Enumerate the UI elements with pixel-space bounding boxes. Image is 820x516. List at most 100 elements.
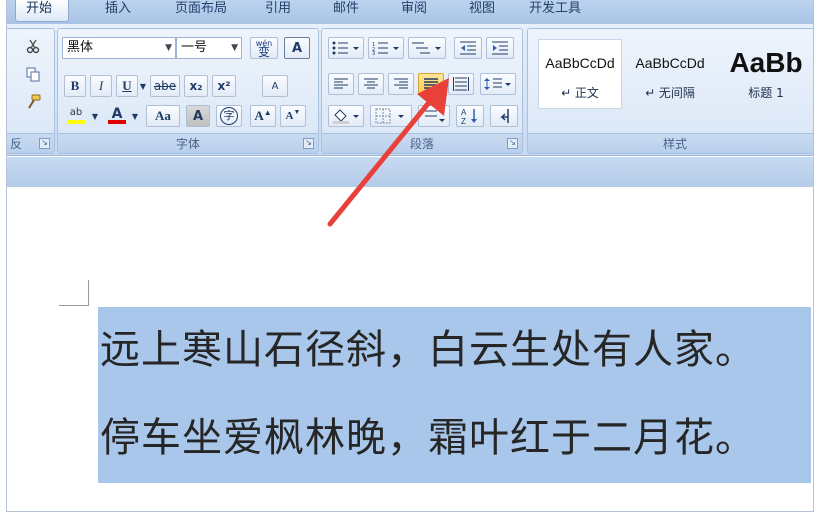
align-center-button[interactable] xyxy=(358,73,384,95)
document-page[interactable]: 远上寒山石径斜，白云生处有人家。 停车坐爱枫林晚，霜叶红于二月花。 xyxy=(7,187,813,511)
shrink-font-icon: A xyxy=(285,110,294,122)
font-group: 黑体 ▼ 一号 ▼ wén 变 A B I U ▼ abe x₂ x² A ab… xyxy=(57,28,319,154)
phonetic-guide-button[interactable]: wén 变 xyxy=(250,37,278,59)
bullets-icon xyxy=(332,41,359,55)
styles-group: AaBbCcDd ↵ 正文 AaBbCcDd ↵ 无间隔 AaBb 标题 1 样… xyxy=(527,28,813,154)
paragraph-dialog-launcher[interactable]: ↘ xyxy=(507,138,518,149)
bullets-button[interactable] xyxy=(328,37,364,59)
font-name-combo[interactable]: 黑体 ▼ xyxy=(62,37,176,59)
multilevel-list-icon xyxy=(412,42,441,54)
decrease-indent-button[interactable] xyxy=(454,37,482,59)
format-painter-icon[interactable] xyxy=(20,91,46,113)
style-normal[interactable]: AaBbCcDd ↵ 正文 xyxy=(538,39,622,109)
style-no-spacing[interactable]: AaBbCcDd ↵ 无间隔 xyxy=(628,39,712,109)
paragraph-mark-icon xyxy=(500,109,509,123)
font-group-label: 字体 xyxy=(58,133,318,153)
italic-button[interactable]: I xyxy=(90,75,112,97)
ribbon-bottom-band xyxy=(7,157,813,187)
tab-page-layout[interactable]: 页面布局 xyxy=(165,0,235,22)
strikethrough-button[interactable]: abe xyxy=(150,75,180,97)
borders-button[interactable] xyxy=(370,105,412,127)
tab-mailings[interactable]: 邮件 xyxy=(323,0,371,22)
style-name: 标题 1 xyxy=(748,86,784,100)
clipboard-dialog-launcher[interactable]: ↘ xyxy=(39,138,50,149)
chevron-down-icon[interactable]: ▼ xyxy=(90,105,100,127)
style-sample-text: AaBbCcDd xyxy=(545,55,615,71)
paragraph-group-label: 段落 xyxy=(322,133,522,153)
ribbon-tab-strip: 开始 插入 页面布局 引用 邮件 审阅 视图 开发工具 xyxy=(7,0,813,24)
chevron-down-icon: ▼ xyxy=(231,43,238,53)
superscript-button[interactable]: x² xyxy=(212,75,236,97)
decrease-indent-icon xyxy=(460,41,476,55)
ribbon: 反 ↘ 黑体 ▼ 一号 ▼ wén 变 A B I U ▼ abe x₂ x² xyxy=(7,24,813,156)
font-dialog-launcher[interactable]: ↘ xyxy=(303,138,314,149)
increase-indent-icon xyxy=(492,41,508,55)
highlight-button[interactable]: ab xyxy=(62,105,90,127)
highlight-color-bar xyxy=(67,120,85,124)
style-name: ↵ 无间隔 xyxy=(645,86,695,100)
char-shading-button[interactable]: A xyxy=(186,105,210,127)
char-border-button[interactable]: A xyxy=(284,37,310,59)
chinese-layout-icon xyxy=(425,110,445,122)
font-color-bar xyxy=(108,120,126,124)
poem-line-2[interactable]: 停车坐爱枫林晚，霜叶红于二月花。 xyxy=(100,405,756,463)
align-center-icon xyxy=(364,78,378,89)
copy-icon[interactable] xyxy=(20,63,46,85)
scissors-icon[interactable] xyxy=(20,35,46,57)
poem-line-1[interactable]: 远上寒山石径斜，白云生处有人家。 xyxy=(100,317,756,375)
tab-references[interactable]: 引用 xyxy=(255,0,303,22)
align-right-icon xyxy=(394,78,408,89)
enclose-char-button[interactable]: 字 xyxy=(216,105,242,127)
chevron-down-icon[interactable]: ▼ xyxy=(130,105,140,127)
tab-review[interactable]: 审阅 xyxy=(391,0,439,22)
increase-indent-button[interactable] xyxy=(486,37,514,59)
align-left-button[interactable] xyxy=(328,73,354,95)
chevron-down-icon: ▼ xyxy=(165,43,172,53)
grow-font-button[interactable]: A ▲ xyxy=(250,105,276,127)
style-sample-text: AaBbCcDd xyxy=(635,55,705,71)
clipboard-group: 反 ↘ xyxy=(7,28,55,154)
underline-button[interactable]: U xyxy=(116,75,138,97)
align-left-icon xyxy=(334,78,348,89)
clear-format-icon: A xyxy=(271,80,279,92)
clear-format-button[interactable]: A xyxy=(262,75,288,97)
highlight-icon: ab xyxy=(69,107,83,118)
tab-developer[interactable]: 开发工具 xyxy=(519,0,599,22)
distributed-align-button[interactable] xyxy=(448,73,474,95)
borders-icon xyxy=(375,108,404,124)
paint-bucket-icon xyxy=(333,109,359,124)
align-right-button[interactable] xyxy=(388,73,414,95)
numbering-icon: 123 xyxy=(372,42,399,55)
tab-insert[interactable]: 插入 xyxy=(95,0,143,22)
phonetic-guide-char: 变 xyxy=(257,45,270,59)
shrink-font-button[interactable]: A ▼ xyxy=(280,105,306,127)
margin-corner-mark xyxy=(59,280,89,306)
chevron-down-icon[interactable]: ▼ xyxy=(138,75,148,97)
font-name-value: 黑体 xyxy=(67,40,94,55)
show-marks-button[interactable] xyxy=(490,105,518,127)
tab-view[interactable]: 视图 xyxy=(459,0,507,22)
sort-az-icon: AZ xyxy=(461,108,477,125)
paragraph-group: 123 A Z 段落 ↘ xyxy=(321,28,523,154)
style-sample-text: AaBb xyxy=(729,50,803,76)
svg-text:A: A xyxy=(461,108,467,117)
justify-button[interactable] xyxy=(418,73,444,95)
multilevel-list-button[interactable] xyxy=(408,37,446,59)
chinese-layout-button[interactable] xyxy=(418,105,450,127)
shading-button[interactable] xyxy=(328,105,364,127)
enclose-char-icon: 字 xyxy=(220,107,238,125)
line-spacing-icon xyxy=(484,78,511,90)
styles-group-label: 样式 xyxy=(528,133,813,153)
justify-icon xyxy=(424,78,438,89)
bold-button[interactable]: B xyxy=(64,75,86,97)
font-color-button[interactable]: A xyxy=(104,105,130,127)
sort-button[interactable]: AZ xyxy=(456,105,484,127)
tab-home[interactable]: 开始 xyxy=(15,0,69,22)
change-case-button[interactable]: Aa xyxy=(146,105,180,127)
subscript-button[interactable]: x₂ xyxy=(184,75,208,97)
style-heading-1[interactable]: AaBb 标题 1 xyxy=(718,39,813,109)
font-size-value: 一号 xyxy=(181,40,208,55)
numbering-button[interactable]: 123 xyxy=(368,37,404,59)
font-size-combo[interactable]: 一号 ▼ xyxy=(176,37,242,59)
line-spacing-button[interactable] xyxy=(480,73,516,95)
